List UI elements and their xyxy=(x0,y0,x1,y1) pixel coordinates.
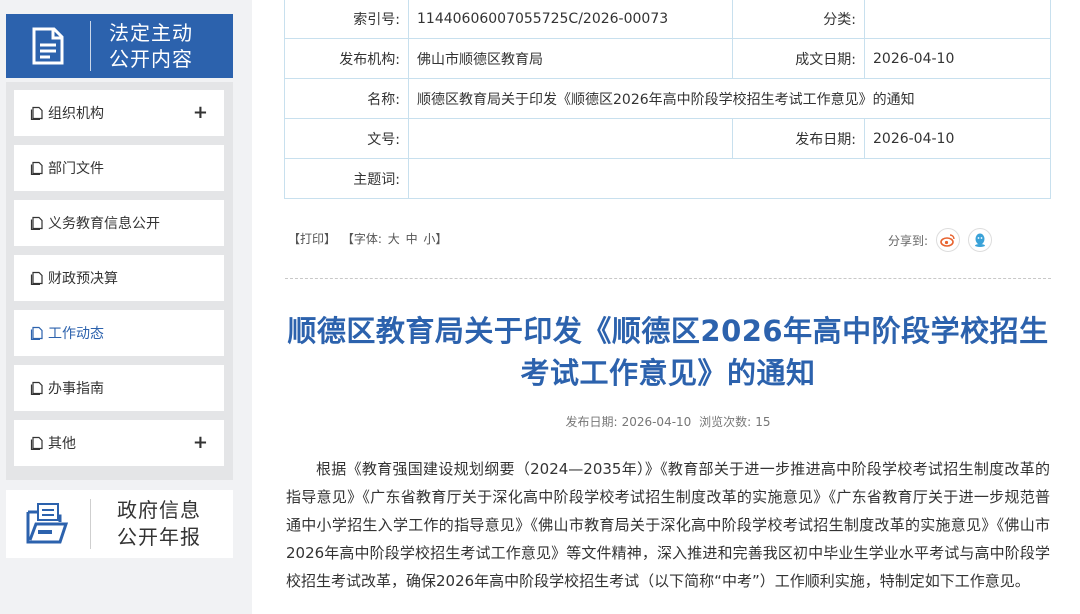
sidebar-item-label: 工作动态 xyxy=(48,326,104,342)
meta-label: 发布机构: xyxy=(284,38,409,79)
meta-label: 文号: xyxy=(284,118,409,159)
sidebar-item-label: 部门文件 xyxy=(48,161,104,177)
file-icon xyxy=(30,381,43,395)
font-small-link[interactable]: 小】 xyxy=(423,232,447,246)
meta-row-publisher: 发布机构: 佛山市顺德区教育局 成文日期: 2026-04-10 xyxy=(284,38,1051,79)
file-icon xyxy=(30,271,43,285)
file-icon xyxy=(30,216,43,230)
document-icon xyxy=(6,14,90,78)
sidebar-item-compulsory-edu[interactable]: 义务教育信息公开 xyxy=(14,200,224,246)
file-icon xyxy=(30,106,43,120)
sidebar-item-label: 组织机构 xyxy=(48,106,104,122)
meta-row-docno: 文号: 发布日期: 2026-04-10 xyxy=(284,118,1051,159)
weibo-icon xyxy=(940,234,955,247)
sidebar-item-other[interactable]: 其他 + xyxy=(14,420,224,466)
meta-label: 索引号: xyxy=(284,0,409,39)
meta-value xyxy=(864,0,1051,39)
meta-value: 顺德区教育局关于印发《顺德区2026年高中阶段学校招生考试工作意见》的通知 xyxy=(408,78,1051,119)
pub-date: 2026-04-10 xyxy=(621,415,692,429)
views-count: 15 xyxy=(755,415,771,429)
meta-value xyxy=(408,158,1051,199)
annual-report-banner[interactable]: 政府信息 公开年报 xyxy=(6,490,233,558)
sidebar-item-budget[interactable]: 财政预决算 xyxy=(14,255,224,301)
sidebar-item-dept-docs[interactable]: 部门文件 xyxy=(14,145,224,191)
print-link[interactable]: 【打印】 xyxy=(288,232,336,246)
expand-plus-icon[interactable]: + xyxy=(193,432,208,453)
meta-label: 主题词: xyxy=(284,158,409,199)
meta-value: 佛山市顺德区教育局 xyxy=(408,38,733,79)
open-folder-icon xyxy=(6,490,90,558)
pub-date-label: 发布日期: xyxy=(565,415,618,429)
sidebar-item-work-news[interactable]: 工作动态 xyxy=(14,310,224,356)
meta-value xyxy=(408,118,733,159)
document-meta-table: 索引号: 11440606007055725C/2026-00073 分类: 发… xyxy=(284,0,1051,199)
dashed-divider xyxy=(285,278,1051,279)
views-label: 浏览次数: xyxy=(699,415,752,429)
annual-report-title: 政府信息 公开年报 xyxy=(117,498,201,549)
font-medium-link[interactable]: 中 xyxy=(406,232,418,246)
meta-value: 11440606007055725C/2026-00073 xyxy=(408,0,733,39)
weibo-share-button[interactable] xyxy=(936,228,961,252)
meta-row-index: 索引号: 11440606007055725C/2026-00073 分类: xyxy=(284,0,1051,39)
share-label: 分享到: xyxy=(888,233,929,248)
sidebar: 法定主动 公开内容 组织机构 + 部门文件 义务教育信息公开 财政预决算 工作动… xyxy=(0,0,252,614)
share-bar: 分享到: xyxy=(888,228,993,252)
meta-value: 2026-04-10 xyxy=(864,38,1051,79)
expand-plus-icon[interactable]: + xyxy=(193,102,208,123)
meta-value: 2026-04-10 xyxy=(864,118,1051,159)
article-title: 顺德区教育局关于印发《顺德区2026年高中阶段学校招生考试工作意见》的通知 xyxy=(287,314,1049,390)
sidebar-item-service-guide[interactable]: 办事指南 xyxy=(14,365,224,411)
font-large-link[interactable]: 大 xyxy=(388,232,400,246)
open-content-banner[interactable]: 法定主动 公开内容 xyxy=(6,14,233,78)
file-icon xyxy=(30,326,43,340)
sidebar-menu: 组织机构 + 部门文件 义务教育信息公开 财政预决算 工作动态 办事指南 其他 … xyxy=(6,82,233,480)
meta-row-subject: 主题词: xyxy=(284,158,1051,199)
article-pub-info: 发布日期: 2026-04-10 浏览次数: 15 xyxy=(286,413,1050,430)
sidebar-item-label: 财政预决算 xyxy=(48,271,118,287)
sidebar-item-label: 办事指南 xyxy=(48,381,104,397)
sidebar-item-org[interactable]: 组织机构 + xyxy=(14,90,224,136)
meta-row-name: 名称: 顺德区教育局关于印发《顺德区2026年高中阶段学校招生考试工作意见》的通… xyxy=(284,78,1051,119)
qq-icon xyxy=(975,233,986,247)
meta-label: 成文日期: xyxy=(732,38,865,79)
meta-label: 分类: xyxy=(732,0,865,39)
banner-title: 法定主动 公开内容 xyxy=(109,21,193,71)
file-icon xyxy=(30,161,43,175)
article-paragraph: 根据《教育强国建设规划纲要（2024—2035年）》《教育部关于进一步推进高中阶… xyxy=(286,460,1050,590)
sidebar-item-label: 义务教育信息公开 xyxy=(48,216,160,232)
article-tools: 【打印】 【字体: 大 中 小】 xyxy=(288,230,449,247)
file-icon xyxy=(30,436,43,450)
meta-label: 名称: xyxy=(284,78,409,119)
font-size-label: 【字体: xyxy=(341,232,382,246)
meta-label: 发布日期: xyxy=(732,118,865,159)
sidebar-item-label: 其他 xyxy=(48,436,76,452)
qq-share-button[interactable] xyxy=(968,228,993,252)
